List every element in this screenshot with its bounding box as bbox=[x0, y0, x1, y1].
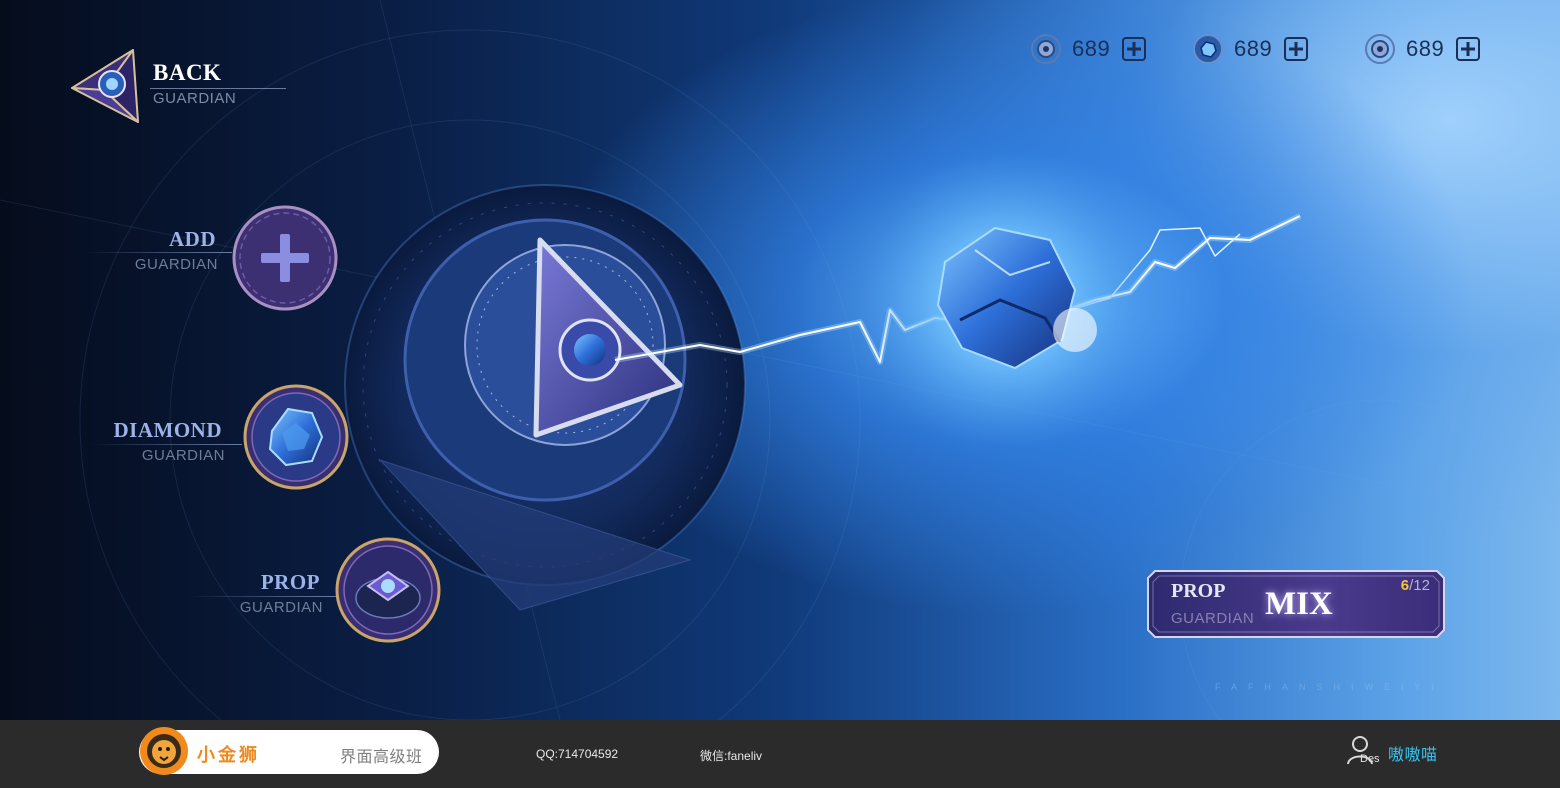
diamond-divider bbox=[90, 444, 242, 445]
currency-1: 689 bbox=[1030, 33, 1146, 65]
rune-coin-icon bbox=[1031, 34, 1061, 64]
user-name[interactable]: 嗷嗷喵 bbox=[1388, 741, 1438, 765]
back-title[interactable]: BACK bbox=[153, 60, 221, 86]
currency-3: 689 bbox=[1364, 33, 1480, 65]
mix-count-current: 6 bbox=[1400, 577, 1410, 594]
add-currency-button[interactable] bbox=[1456, 37, 1480, 61]
user-tag: Des bbox=[1360, 753, 1380, 765]
mix-count-total: /12 bbox=[1409, 577, 1430, 594]
prop-subtitle: GUARDIAN bbox=[239, 599, 323, 616]
footer-bar: 小金狮 界面高级班 QQ:714704592 微信:faneliv Des 嗷嗷… bbox=[0, 720, 1560, 788]
mix-sub-label: GUARDIAN bbox=[1171, 610, 1255, 627]
lion-logo-icon bbox=[140, 727, 188, 775]
mix-button[interactable]: PROP GUARDIAN MIX 6/12 bbox=[1147, 570, 1445, 638]
mix-counter: 6/12 bbox=[1401, 577, 1430, 594]
prop-title: PROP bbox=[260, 570, 320, 594]
blue-gem-icon bbox=[1193, 34, 1223, 64]
watermark-text: FAFHANSHIWEIYI bbox=[1215, 682, 1446, 692]
diamond-title: DIAMOND bbox=[113, 418, 222, 442]
currency-value: 689 bbox=[1072, 36, 1111, 61]
add-title: ADD bbox=[169, 227, 216, 251]
currency-value: 689 bbox=[1406, 36, 1445, 61]
back-subtitle: GUARDIAN bbox=[153, 90, 237, 107]
rune-coin-icon bbox=[1365, 34, 1395, 64]
back-divider bbox=[150, 88, 286, 89]
prop-divider bbox=[188, 596, 338, 597]
mix-prop-label: PROP bbox=[1171, 580, 1226, 602]
qq-contact: QQ:714704592 bbox=[536, 747, 619, 761]
mix-action-label: MIX bbox=[1265, 586, 1333, 622]
brand-name: 小金狮 bbox=[197, 745, 260, 765]
currency-value: 689 bbox=[1234, 36, 1273, 61]
add-guardian-button[interactable] bbox=[231, 204, 339, 312]
wechat-contact: 微信:faneliv bbox=[700, 749, 763, 763]
diamond-subtitle: GUARDIAN bbox=[141, 447, 225, 464]
add-subtitle: GUARDIAN bbox=[134, 256, 218, 273]
course-name: 界面高级班 bbox=[340, 749, 423, 766]
power-orb bbox=[855, 150, 1155, 450]
guardian-scene: BACK GUARDIAN ADD GUARDIAN DIAMOND GUARD… bbox=[0, 0, 1560, 720]
add-divider bbox=[84, 252, 232, 253]
add-currency-button[interactable] bbox=[1122, 37, 1146, 61]
prop-guardian-button[interactable] bbox=[334, 536, 442, 644]
diamond-guardian-button[interactable] bbox=[242, 383, 350, 491]
back-emblem-icon[interactable] bbox=[70, 46, 140, 124]
add-currency-button[interactable] bbox=[1284, 37, 1308, 61]
currency-2: 689 bbox=[1192, 33, 1308, 65]
